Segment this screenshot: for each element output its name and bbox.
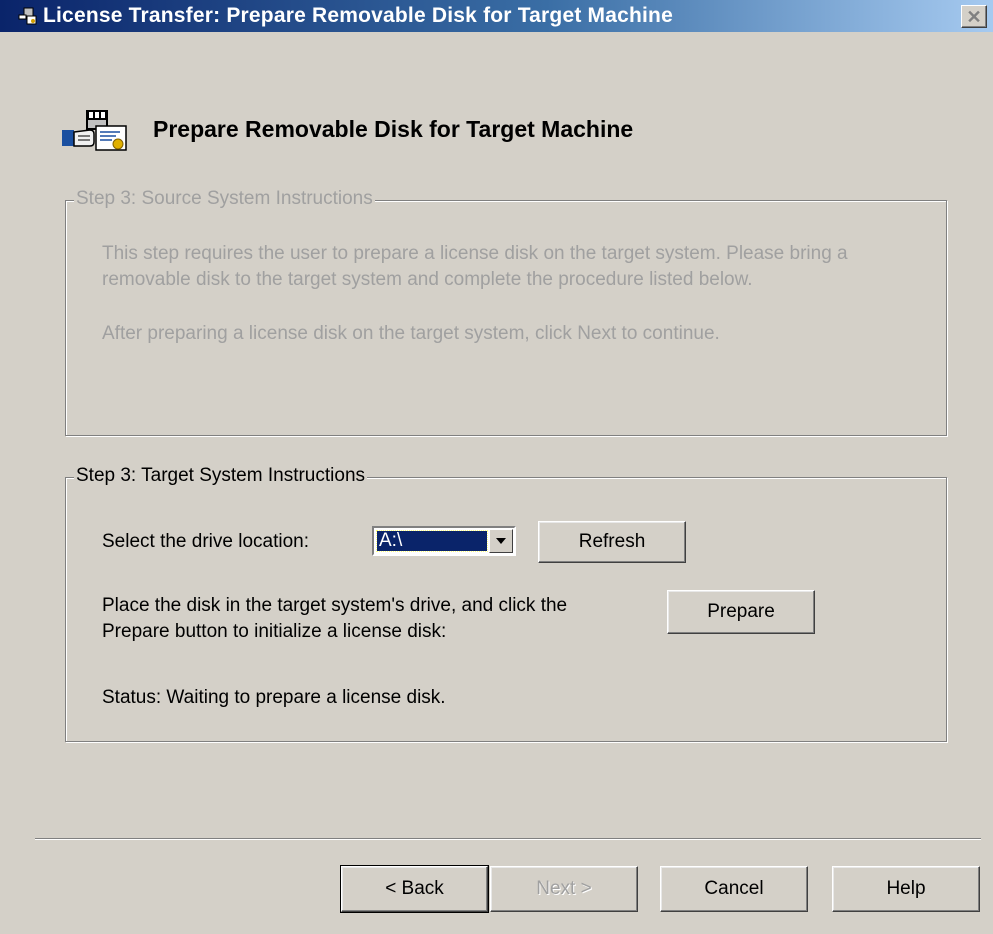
license-transfer-icon bbox=[18, 7, 38, 25]
drive-location-select[interactable]: A:\ bbox=[372, 526, 516, 556]
refresh-button[interactable]: Refresh bbox=[538, 521, 686, 563]
source-group-legend: Step 3: Source System Instructions bbox=[74, 188, 375, 210]
chevron-down-icon bbox=[496, 538, 506, 544]
source-next-instructions-text: After preparing a license disk on the ta… bbox=[102, 323, 720, 344]
prepare-instructions-line1: Place the disk in the target system's dr… bbox=[102, 595, 568, 616]
window-title: License Transfer: Prepare Removable Disk… bbox=[43, 4, 673, 27]
help-button[interactable]: Help bbox=[832, 866, 980, 912]
footer-separator bbox=[35, 838, 981, 840]
next-button[interactable]: Next > bbox=[490, 866, 638, 912]
prepare-instructions-line2: Prepare button to initialize a license d… bbox=[102, 621, 447, 642]
close-button[interactable]: ✕ bbox=[961, 5, 987, 28]
target-group-legend: Step 3: Target System Instructions bbox=[74, 465, 368, 487]
status-text: Status: Waiting to prepare a license dis… bbox=[102, 687, 446, 708]
cancel-button[interactable]: Cancel bbox=[660, 866, 808, 912]
source-instructions-text: This step requires the user to prepare a… bbox=[102, 243, 848, 290]
back-button[interactable]: < Back bbox=[340, 865, 489, 913]
title-bar[interactable]: License Transfer: Prepare Removable Disk… bbox=[0, 0, 993, 32]
drive-location-value: A:\ bbox=[376, 530, 488, 552]
source-system-instructions-group: Step 3: Source System Instructions This … bbox=[65, 188, 947, 436]
license-transfer-icon bbox=[60, 108, 132, 154]
target-system-instructions-group: Step 3: Target System Instructions Selec… bbox=[65, 465, 947, 742]
close-icon: ✕ bbox=[966, 6, 982, 27]
page-title: Prepare Removable Disk for Target Machin… bbox=[153, 116, 634, 142]
dropdown-button[interactable] bbox=[489, 529, 513, 553]
drive-location-label: Select the drive location: bbox=[102, 531, 310, 552]
prepare-button[interactable]: Prepare bbox=[667, 590, 815, 634]
